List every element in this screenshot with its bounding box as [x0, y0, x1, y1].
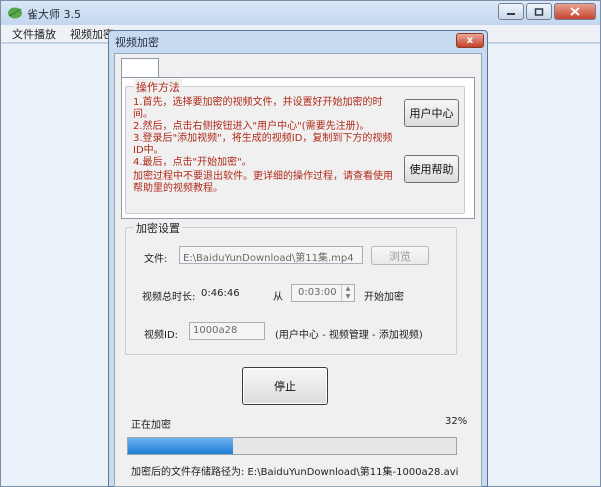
menu-file-play[interactable]: 文件播放 — [5, 26, 63, 42]
instruction-step: 1.首先，选择要加密的视频文件，并设置好开始加密的时间。 — [133, 97, 383, 120]
file-label: 文件: — [144, 254, 168, 265]
duration-value: 0:46:46 — [201, 288, 240, 299]
spinner-arrows: ▲ ▼ — [341, 285, 354, 301]
start-encrypt-label: 开始加密 — [364, 292, 404, 303]
video-id-hint: (用户中心 - 视频管理 - 添加视频) — [275, 330, 423, 341]
progress-fill — [128, 438, 233, 454]
video-id-label: 视频ID: — [144, 330, 179, 341]
progress-percent: 32% — [445, 416, 468, 427]
close-button[interactable] — [554, 3, 596, 20]
dialog-close-button[interactable]: x — [456, 33, 484, 48]
instruction-step: 2.然后，点击右侧按钮进入"用户中心"(需要先注册)。 — [133, 121, 370, 132]
window-controls — [498, 3, 596, 20]
dialog-titlebar[interactable]: 视频加密 x — [109, 31, 487, 51]
spin-up-icon[interactable]: ▲ — [342, 285, 354, 293]
instruction-step: 3.登录后"添加视频"，将生成的视频ID，复制到下方的视频ID中。 — [133, 133, 393, 156]
tab-blank[interactable] — [121, 58, 159, 78]
status-label: 正在加密 — [131, 420, 171, 431]
maximize-button[interactable] — [526, 3, 552, 20]
output-path: 加密后的文件存储路径为: E:\BaiduYunDownload\第11集-10… — [131, 467, 459, 478]
howto-group: 操作方法 1.首先，选择要加密的视频文件，并设置好开始加密的时间。 2.然后，点… — [125, 79, 465, 214]
spin-down-icon[interactable]: ▼ — [342, 293, 354, 301]
start-time-value: 0:03:00 — [298, 287, 337, 298]
settings-title: 加密设置 — [134, 220, 182, 236]
leaf-icon — [8, 7, 22, 19]
close-icon — [570, 7, 580, 16]
howto-title: 操作方法 — [134, 79, 182, 95]
user-center-button[interactable]: 用户中心 — [404, 99, 459, 127]
dialog-title: 视频加密 — [115, 36, 159, 49]
main-titlebar[interactable]: 雀大师 3.5 — [1, 1, 600, 25]
help-button[interactable]: 使用帮助 — [404, 155, 459, 183]
encrypt-dialog: 视频加密 x 操作方法 1.首先，选择要加密的视频文件，并设置好开始加密的时间。… — [108, 30, 488, 487]
browse-button[interactable]: 浏览 — [371, 246, 429, 265]
video-id-field[interactable]: 1000a28 — [189, 322, 265, 340]
from-label: 从 — [273, 292, 283, 303]
minimize-button[interactable] — [498, 3, 524, 20]
start-time-spinner[interactable]: 0:03:00 ▲ ▼ — [291, 284, 355, 302]
stop-button[interactable]: 停止 — [242, 367, 328, 405]
instruction-step: 4.最后，点击"开始加密"。 — [133, 157, 252, 168]
app-title: 雀大师 3.5 — [27, 8, 81, 21]
settings-group: 加密设置 文件: E:\BaiduYunDownload\第11集.mp4 浏览… — [125, 220, 457, 355]
maximize-icon — [534, 7, 544, 16]
instruction-note: 加密过程中不要退出软件。更详细的操作过程，请查看使用帮助里的视频教程。 — [133, 171, 393, 194]
progress-bar — [127, 437, 457, 455]
minimize-icon — [507, 12, 515, 15]
duration-label: 视频总时长: — [142, 292, 196, 303]
file-path-field[interactable]: E:\BaiduYunDownload\第11集.mp4 — [179, 246, 363, 264]
instruction-list: 1.首先，选择要加密的视频文件，并设置好开始加密的时间。 2.然后，点击右侧按钮… — [133, 97, 393, 169]
close-icon: x — [466, 35, 474, 46]
